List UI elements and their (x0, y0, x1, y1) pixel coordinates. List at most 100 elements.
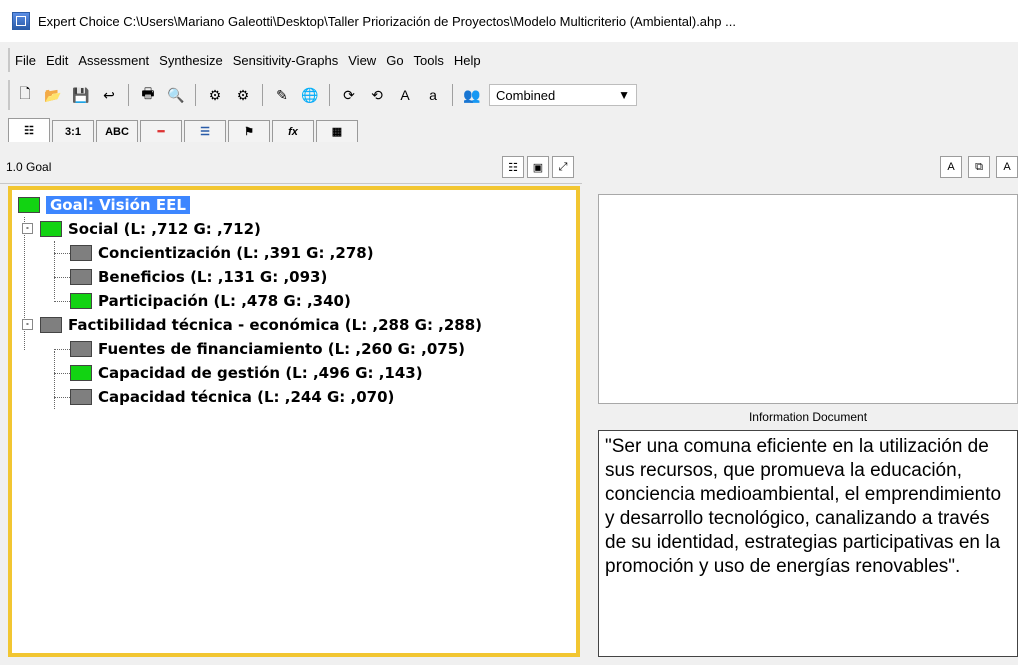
tree-view-icon[interactable]: ☷ (502, 156, 524, 178)
right-upper-pane[interactable] (598, 194, 1018, 404)
tab-formula-label: fx (288, 125, 298, 138)
window-title: Expert Choice C:\Users\Mariano Galeotti\… (38, 13, 736, 29)
add-node-icon[interactable]: ⚙ (204, 84, 226, 106)
connector-horizontal (54, 253, 70, 254)
menu-file[interactable]: File (10, 53, 41, 68)
tree-node-social[interactable]: - Social (L: ,712 G: ,712) (22, 220, 261, 238)
tree-node-label: Concientización (L: ,391 G: ,278) (98, 244, 374, 262)
tree-node-label: Fuentes de financiamiento (L: ,260 G: ,0… (98, 340, 465, 358)
node-color-box (18, 197, 40, 213)
tab-merge[interactable]: ⚑ (228, 120, 270, 142)
undo-icon[interactable]: ↩ (98, 84, 120, 106)
tree-node-goal[interactable]: Goal: Visión EEL (18, 196, 190, 214)
add-node-next-icon[interactable]: ⚙ (232, 84, 254, 106)
tree-node-label: Beneficios (L: ,131 G: ,093) (98, 268, 328, 286)
toolbar-separator (452, 84, 453, 106)
toolbar-separator (329, 84, 330, 106)
connector-horizontal (54, 397, 70, 398)
goal-path-label: 1.0 Goal (6, 159, 52, 174)
participants-icon[interactable]: 👥 (461, 84, 483, 106)
tree-node-label: Factibilidad técnica - económica (L: ,28… (68, 316, 483, 334)
menu-synthesize[interactable]: Synthesize (154, 53, 228, 68)
sync-icon[interactable]: ⟲ (366, 84, 388, 106)
connector-horizontal (54, 373, 70, 374)
node-color-box (70, 389, 92, 405)
menu-view[interactable]: View (343, 53, 381, 68)
information-document-title: Information Document (748, 410, 868, 424)
tab-hierarchy[interactable]: ☷ (8, 118, 50, 142)
expert-choice-app-icon (12, 12, 30, 30)
bar-blue-icon: ☰ (200, 126, 210, 138)
edit-node-icon[interactable]: ✎ (271, 84, 293, 106)
collapse-icon[interactable]: - (22, 319, 33, 330)
tab-grid[interactable]: ▦ (316, 120, 358, 142)
tree-node-label: Goal: Visión EEL (46, 196, 190, 214)
node-color-box (70, 269, 92, 285)
font-larger-icon[interactable]: A (394, 84, 416, 106)
new-file-icon[interactable]: 🗋 (14, 84, 36, 106)
node-view-icon[interactable]: ▣ (527, 156, 549, 178)
menu-tools[interactable]: Tools (409, 53, 449, 68)
tab-verbal[interactable]: ABC (96, 120, 138, 142)
bar-red-icon: ━ (157, 126, 165, 138)
print-icon[interactable]: 🖶 (137, 84, 159, 106)
connector-vertical (54, 241, 55, 299)
node-color-box (70, 293, 92, 309)
toolbar-separator (262, 84, 263, 106)
hierarchy-icon: ☷ (24, 125, 34, 137)
preview-icon[interactable]: 🔍 (165, 84, 187, 106)
connector-vertical (24, 217, 25, 350)
tab-formula[interactable]: fx (272, 120, 314, 142)
tree-node-capacidad-tecnica[interactable]: Capacidad técnica (L: ,244 G: ,070) (70, 388, 394, 406)
tree-node-label: Capacidad técnica (L: ,244 G: ,070) (98, 388, 395, 406)
menu-go[interactable]: Go (381, 53, 408, 68)
toolbar-separator (128, 84, 129, 106)
save-icon[interactable]: 💾 (70, 84, 92, 106)
tree-node-fuentes-financiamiento[interactable]: Fuentes de financiamiento (L: ,260 G: ,0… (70, 340, 465, 358)
right-header: A ⧉ A (590, 150, 1018, 184)
merge-icon: ⚑ (244, 126, 254, 138)
tree-node-capacidad-gestion[interactable]: Capacidad de gestión (L: ,496 G: ,143) (70, 364, 423, 382)
tab-verbal-label: ABC (105, 125, 129, 138)
tree-node-label: Capacidad de gestión (L: ,496 G: ,143) (98, 364, 423, 382)
copy-icon[interactable]: ⧉ (968, 156, 990, 178)
menu-help[interactable]: Help (449, 53, 486, 68)
menu-sensitivity-graphs[interactable]: Sensitivity-Graphs (228, 53, 343, 68)
node-color-box (70, 341, 92, 357)
hierarchy-pane[interactable]: Goal: Visión EEL - Social (L: ,712 G: ,7… (8, 186, 580, 657)
tree-node-label: Social (L: ,712 G: ,712) (68, 220, 261, 238)
tree-node-participacion[interactable]: Participación (L: ,478 G: ,340) (70, 292, 351, 310)
menu-edit[interactable]: Edit (41, 53, 73, 68)
node-color-box (70, 245, 92, 261)
combined-select[interactable]: Combined ▼ (489, 84, 637, 106)
connector-horizontal (54, 301, 70, 302)
tree-node-concientizacion[interactable]: Concientización (L: ,391 G: ,278) (70, 244, 374, 262)
refresh-icon[interactable]: ⟳ (338, 84, 360, 106)
combined-select-value: Combined (496, 87, 556, 103)
tab-graphical[interactable]: ━ (140, 120, 182, 142)
chevron-down-icon: ▼ (618, 88, 630, 102)
menu-assessment[interactable]: Assessment (73, 53, 154, 68)
tab-numerical[interactable]: 3:1 (52, 120, 94, 142)
menu-bar: File Edit Assessment Synthesize Sensitiv… (8, 48, 1010, 72)
zoom-icon[interactable]: ⤢ (552, 156, 574, 178)
tree-node-beneficios[interactable]: Beneficios (L: ,131 G: ,093) (70, 268, 327, 286)
main-toolbar: 🗋 📂 💾 ↩ 🖶 🔍 ⚙ ⚙ ✎ 🌐 ⟳ ⟲ A a 👥 Combined ▼ (8, 80, 637, 110)
collapse-icon[interactable]: - (22, 223, 33, 234)
information-document[interactable]: "Ser una comuna eficiente en la utilizac… (598, 430, 1018, 657)
tree-node-factibilidad[interactable]: - Factibilidad técnica - económica (L: ,… (22, 316, 483, 334)
view-tabs: ☷ 3:1 ABC ━ ☰ ⚑ fx ▦ (8, 116, 358, 142)
node-color-box (40, 221, 62, 237)
left-header: 1.0 Goal ☷ ▣ ⤢ (0, 150, 582, 184)
open-folder-icon[interactable]: 📂 (42, 84, 64, 106)
text-size-icon[interactable]: A (996, 156, 1018, 178)
font-smaller-icon[interactable]: a (422, 84, 444, 106)
window-titlebar: Expert Choice C:\Users\Mariano Galeotti\… (0, 0, 1018, 42)
node-color-box (70, 365, 92, 381)
grid-icon: ▦ (331, 126, 343, 138)
globe-icon[interactable]: 🌐 (299, 84, 321, 106)
paint-icon[interactable]: A (940, 156, 962, 178)
left-header-icons: ☷ ▣ ⤢ (502, 156, 574, 178)
connector-horizontal (54, 349, 70, 350)
tab-synthesis[interactable]: ☰ (184, 120, 226, 142)
